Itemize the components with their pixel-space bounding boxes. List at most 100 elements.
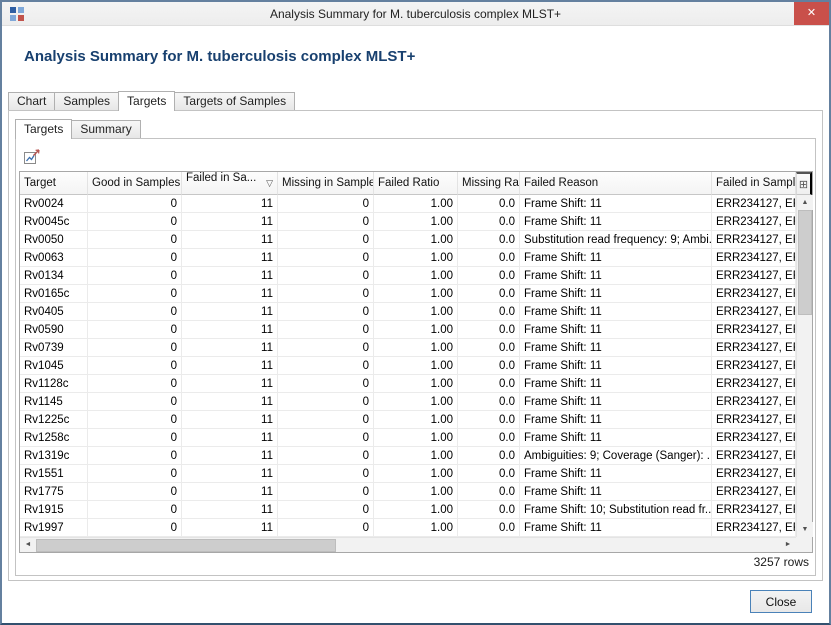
table-row[interactable]: Rv059001101.000.0Frame Shift: 11ERR23412… xyxy=(20,321,796,339)
table-row[interactable]: Rv002401101.000.0Frame Shift: 11ERR23412… xyxy=(20,195,796,213)
cell-failed_ratio: 1.00 xyxy=(374,483,458,501)
cell-failed_in_sample: ERR234127, ER. xyxy=(712,357,796,375)
cell-good_in_samples: 0 xyxy=(88,285,182,303)
tab-targets-inner[interactable]: Targets xyxy=(15,119,72,139)
cell-good_in_samples: 0 xyxy=(88,465,182,483)
cell-failed_reason: Frame Shift: 11 xyxy=(520,285,712,303)
cell-failed_in_sample: ERR234127, ER. xyxy=(712,519,796,537)
tab-targets[interactable]: Targets xyxy=(118,91,175,111)
cell-failed_in_samples: 11 xyxy=(182,249,278,267)
cell-missing_ratio: 0.0 xyxy=(458,483,520,501)
table-row[interactable]: Rv199701101.000.0Frame Shift: 11ERR23412… xyxy=(20,519,796,537)
cell-target: Rv0050 xyxy=(20,231,88,249)
column-header-failed_in_samples[interactable]: ▽Failed in Sa... xyxy=(182,172,278,195)
table-row[interactable]: Rv005001101.000.0Substitution read frequ… xyxy=(20,231,796,249)
scroll-up-button[interactable]: ▲ xyxy=(797,195,813,210)
cell-missing_in_samples: 0 xyxy=(278,231,374,249)
column-header-failed_reason[interactable]: Failed Reason xyxy=(520,172,712,195)
export-image-button[interactable] xyxy=(22,147,42,167)
cell-failed_in_sample: ERR234127, ER. xyxy=(712,465,796,483)
table-row[interactable]: Rv114501101.000.0Frame Shift: 11ERR23412… xyxy=(20,393,796,411)
table-row[interactable]: Rv1258c01101.000.0Frame Shift: 11ERR2341… xyxy=(20,429,796,447)
cell-failed_in_samples: 11 xyxy=(182,447,278,465)
cell-missing_in_samples: 0 xyxy=(278,267,374,285)
cell-missing_in_samples: 0 xyxy=(278,249,374,267)
column-header-missing_in_samples[interactable]: Missing in Samples xyxy=(278,172,374,195)
horizontal-scrollbar-thumb[interactable] xyxy=(36,539,336,552)
cell-failed_reason: Frame Shift: 11 xyxy=(520,195,712,213)
column-header-failed_ratio[interactable]: Failed Ratio xyxy=(374,172,458,195)
scroll-left-button[interactable]: ◄ xyxy=(20,538,36,552)
tab-samples[interactable]: Samples xyxy=(54,92,119,110)
cell-missing_ratio: 0.0 xyxy=(458,339,520,357)
cell-failed_ratio: 1.00 xyxy=(374,321,458,339)
cell-target: Rv1145 xyxy=(20,393,88,411)
tab-summary[interactable]: Summary xyxy=(71,120,140,138)
cell-good_in_samples: 0 xyxy=(88,375,182,393)
cell-failed_reason: Frame Shift: 11 xyxy=(520,429,712,447)
table-row[interactable]: Rv006301101.000.0Frame Shift: 11ERR23412… xyxy=(20,249,796,267)
cell-missing_ratio: 0.0 xyxy=(458,213,520,231)
cell-failed_ratio: 1.00 xyxy=(374,303,458,321)
scrollbar-corner xyxy=(796,537,812,552)
cell-failed_in_samples: 11 xyxy=(182,501,278,519)
column-header-good_in_samples[interactable]: Good in Samples xyxy=(88,172,182,195)
table-row[interactable]: Rv040501101.000.0Frame Shift: 11ERR23412… xyxy=(20,303,796,321)
cell-failed_in_samples: 11 xyxy=(182,429,278,447)
vertical-scrollbar-thumb[interactable] xyxy=(798,210,812,315)
cell-failed_in_sample: ERR234127, ER. xyxy=(712,267,796,285)
table-row[interactable]: Rv155101101.000.0Frame Shift: 11ERR23412… xyxy=(20,465,796,483)
column-header-failed_in_sample[interactable]: Failed in Sample xyxy=(712,172,796,195)
cell-good_in_samples: 0 xyxy=(88,501,182,519)
cell-failed_ratio: 1.00 xyxy=(374,447,458,465)
scroll-down-button[interactable]: ▼ xyxy=(797,522,813,537)
cell-failed_ratio: 1.00 xyxy=(374,501,458,519)
cell-failed_ratio: 1.00 xyxy=(374,465,458,483)
table-row[interactable]: Rv1225c01101.000.0Frame Shift: 11ERR2341… xyxy=(20,411,796,429)
table-row[interactable]: Rv073901101.000.0Frame Shift: 11ERR23412… xyxy=(20,339,796,357)
column-header-missing_ratio[interactable]: Missing Ratio xyxy=(458,172,520,195)
table-row[interactable]: Rv104501101.000.0Frame Shift: 11ERR23412… xyxy=(20,357,796,375)
cell-failed_in_samples: 11 xyxy=(182,357,278,375)
cell-missing_ratio: 0.0 xyxy=(458,501,520,519)
scroll-right-button[interactable]: ► xyxy=(780,538,796,552)
cell-missing_ratio: 0.0 xyxy=(458,393,520,411)
column-header-label: Good in Samples xyxy=(92,177,180,189)
column-header-label: Missing Ratio xyxy=(462,177,520,189)
table-row[interactable]: Rv177501101.000.0Frame Shift: 11ERR23412… xyxy=(20,483,796,501)
cell-failed_reason: Frame Shift: 11 xyxy=(520,519,712,537)
table-row[interactable]: Rv0165c01101.000.0Frame Shift: 11ERR2341… xyxy=(20,285,796,303)
cell-failed_ratio: 1.00 xyxy=(374,411,458,429)
table-header-row: TargetGood in Samples▽Failed in Sa...Mis… xyxy=(20,172,796,195)
cell-failed_in_samples: 11 xyxy=(182,465,278,483)
table-row[interactable]: Rv1319c01101.000.0Ambiguities: 9; Covera… xyxy=(20,447,796,465)
cell-good_in_samples: 0 xyxy=(88,519,182,537)
table-row[interactable]: Rv191501101.000.0Frame Shift: 10; Substi… xyxy=(20,501,796,519)
vertical-scrollbar[interactable]: ▲ ▼ xyxy=(796,195,812,537)
cell-missing_in_samples: 0 xyxy=(278,393,374,411)
tab-chart[interactable]: Chart xyxy=(8,92,55,110)
cell-missing_ratio: 0.0 xyxy=(458,357,520,375)
column-header-label: Failed in Sample xyxy=(716,177,796,189)
cell-good_in_samples: 0 xyxy=(88,411,182,429)
close-button[interactable]: Close xyxy=(750,590,812,613)
column-header-label: Failed Ratio xyxy=(378,177,439,189)
cell-failed_in_sample: ERR234127, ER. xyxy=(712,411,796,429)
table-row[interactable]: Rv013401101.000.0Frame Shift: 11ERR23412… xyxy=(20,267,796,285)
cell-missing_in_samples: 0 xyxy=(278,303,374,321)
horizontal-scrollbar[interactable]: ◄ ► xyxy=(20,537,796,552)
window-close-button[interactable]: ✕ xyxy=(794,2,829,25)
tab-targets-of-samples[interactable]: Targets of Samples xyxy=(174,92,295,110)
cell-failed_reason: Frame Shift: 11 xyxy=(520,303,712,321)
scroll-left-icon: ◄ xyxy=(20,538,36,552)
cell-failed_ratio: 1.00 xyxy=(374,267,458,285)
table-row[interactable]: Rv1128c01101.000.0Frame Shift: 11ERR2341… xyxy=(20,375,796,393)
cell-missing_in_samples: 0 xyxy=(278,447,374,465)
cell-target: Rv1997 xyxy=(20,519,88,537)
column-chooser-button[interactable]: ⊞ xyxy=(796,172,812,195)
outer-tab-bar: Chart Samples Targets Targets of Samples xyxy=(8,90,294,110)
row-count: 3257 rows xyxy=(754,555,809,569)
column-header-target[interactable]: Target xyxy=(20,172,88,195)
table-row[interactable]: Rv0045c01101.000.0Frame Shift: 11ERR2341… xyxy=(20,213,796,231)
cell-missing_in_samples: 0 xyxy=(278,465,374,483)
